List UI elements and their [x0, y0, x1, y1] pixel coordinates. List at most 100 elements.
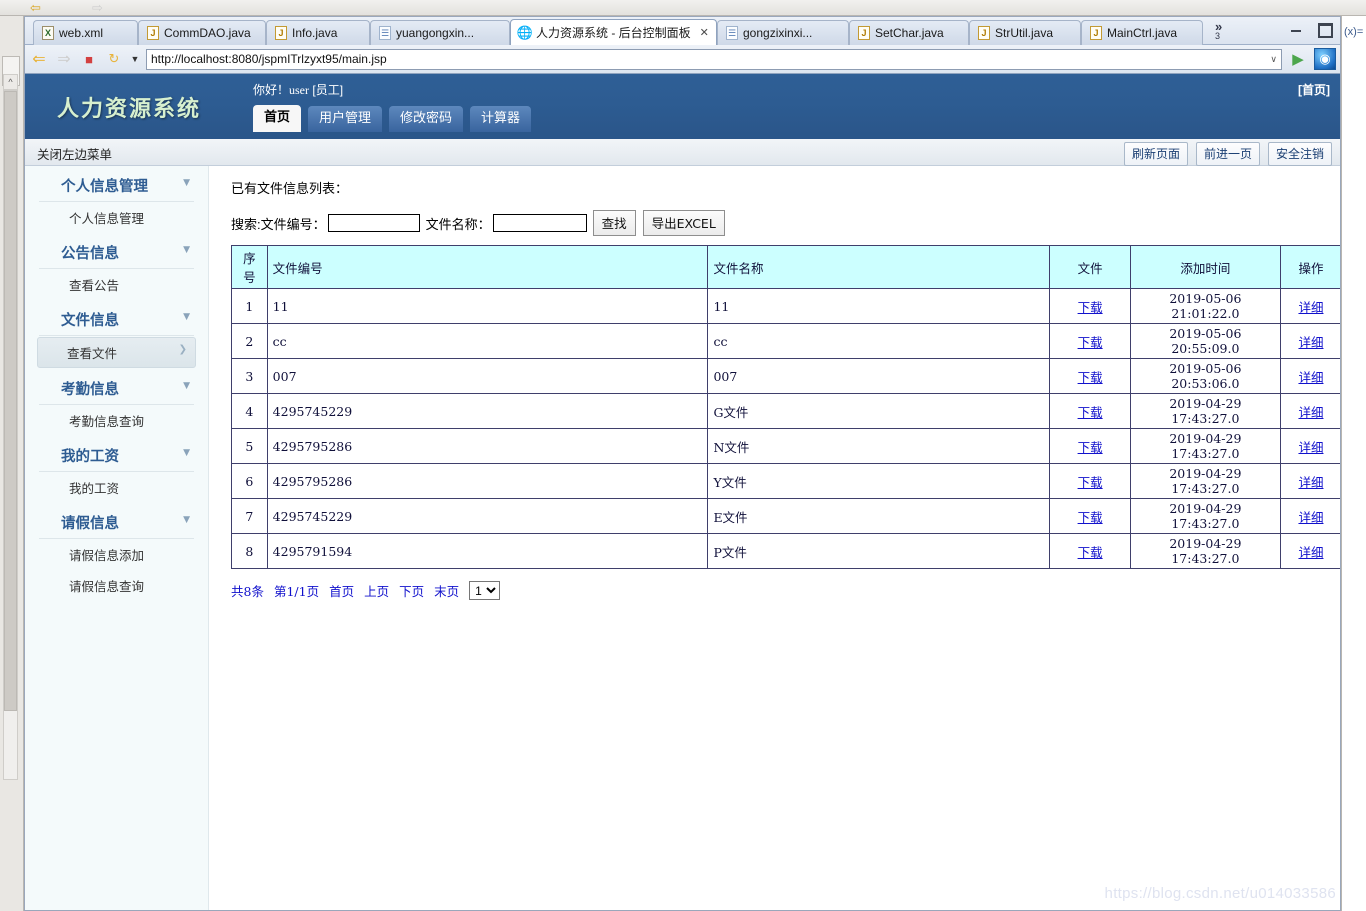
sidebar-item[interactable]: 我的工资: [39, 472, 194, 503]
url-text: http://localhost:8080/jspmITrlzyxt95/mai…: [151, 52, 387, 66]
table-cell: 下载: [1050, 289, 1130, 324]
browser-tab-label: yuangongxin...: [396, 26, 474, 40]
sidebar-item[interactable]: 请假信息查询: [39, 570, 194, 601]
table-row: 74295745229E文件下载2019-04-29 17:43:27.0详细: [232, 499, 1342, 534]
go-icon[interactable]: ▶: [1287, 50, 1309, 68]
detail-link[interactable]: 详细: [1298, 335, 1323, 350]
chevron-down-icon[interactable]: ▼: [183, 245, 190, 255]
detail-link[interactable]: 详细: [1298, 370, 1323, 385]
chevron-down-icon[interactable]: ▼: [183, 178, 190, 188]
sidebar-group-header[interactable]: 文件信息▼: [39, 300, 194, 336]
greeting: 你好！user [员工]: [253, 81, 343, 98]
download-link[interactable]: 下载: [1078, 335, 1103, 350]
pager-next-link[interactable]: 下页: [399, 581, 424, 600]
detail-link[interactable]: 详细: [1298, 510, 1323, 525]
table-column-header: 文件名称: [708, 246, 1050, 289]
sidebar-item[interactable]: 请假信息添加: [39, 539, 194, 570]
download-link[interactable]: 下载: [1078, 300, 1103, 315]
nav-tab-item[interactable]: 修改密码: [389, 106, 463, 132]
browser-tab[interactable]: JSetChar.java: [849, 20, 969, 45]
table-cell: 2019-05-06 20:55:09.0: [1130, 324, 1280, 359]
home-link[interactable]: [首页]: [1298, 81, 1330, 98]
toolbar-button[interactable]: 前进一页: [1196, 142, 1260, 166]
sidebar-item[interactable]: 个人信息管理: [39, 202, 194, 233]
browser-window: Xweb.xmlJCommDAO.javaJInfo.java☰yuangong…: [24, 16, 1341, 911]
forward-icon[interactable]: ⇒: [54, 49, 74, 69]
pager-last-link[interactable]: 末页: [434, 581, 459, 600]
toolbar-button[interactable]: 安全注销: [1268, 142, 1332, 166]
chevron-down-icon[interactable]: ▼: [129, 49, 141, 69]
search-button[interactable]: 查找: [593, 210, 636, 236]
nav-tab-active[interactable]: 首页: [253, 105, 301, 132]
detail-link[interactable]: 详细: [1298, 545, 1323, 560]
page-viewport: 人力资源系统 你好！user [员工] [首页] 首页用户管理修改密码计算器 关…: [25, 74, 1341, 910]
chevron-down-icon[interactable]: ▼: [183, 312, 190, 322]
sidebar-group-header[interactable]: 我的工资▼: [39, 436, 194, 472]
ide-variables-label: (x)=: [1344, 26, 1363, 38]
search-code-input[interactable]: [328, 214, 420, 232]
detail-link[interactable]: 详细: [1298, 300, 1323, 315]
maximize-icon[interactable]: [1317, 22, 1330, 35]
toolbar-button[interactable]: 刷新页面: [1124, 142, 1188, 166]
sidebar-item[interactable]: 查看文件❯: [37, 337, 196, 368]
chevron-down-icon[interactable]: ▼: [183, 381, 190, 391]
search-name-input[interactable]: [493, 214, 587, 232]
table-row: 11111下载2019-05-06 21:01:22.0详细: [232, 289, 1342, 324]
minimize-icon[interactable]: [1290, 22, 1303, 35]
download-link[interactable]: 下载: [1078, 440, 1103, 455]
url-bar[interactable]: http://localhost:8080/jspmITrlzyxt95/mai…: [146, 49, 1282, 70]
close-icon[interactable]: ✕: [700, 26, 709, 39]
sidebar-group-header[interactable]: 公告信息▼: [39, 233, 194, 269]
close-left-menu-link[interactable]: 关闭左边菜单: [37, 144, 112, 163]
table-row: 84295791594P文件下载2019-04-29 17:43:27.0详细: [232, 534, 1342, 569]
sidebar-group-header[interactable]: 个人信息管理▼: [39, 166, 194, 202]
download-link[interactable]: 下载: [1078, 370, 1103, 385]
download-link[interactable]: 下载: [1078, 510, 1103, 525]
sidebar-group-header[interactable]: 考勤信息▼: [39, 369, 194, 405]
download-link[interactable]: 下载: [1078, 405, 1103, 420]
detail-link[interactable]: 详细: [1298, 440, 1323, 455]
table-cell: 2019-04-29 17:43:27.0: [1130, 464, 1280, 499]
pagination: 共8条 第1/1页 首页 上页 下页 末页 1: [231, 581, 1341, 600]
page-vertical-scrollbar[interactable]: [3, 90, 18, 780]
detail-link[interactable]: 详细: [1298, 405, 1323, 420]
browser-tab[interactable]: 🌐人力资源系统 - 后台控制面板✕: [510, 19, 717, 45]
browser-tab[interactable]: JMainCtrl.java: [1081, 20, 1203, 45]
browser-tab[interactable]: ☰yuangongxin...: [370, 20, 510, 45]
pager-prev-link[interactable]: 上页: [364, 581, 389, 600]
table-cell: 5: [232, 429, 268, 464]
download-link[interactable]: 下载: [1078, 475, 1103, 490]
browser-tab[interactable]: ☰gongzixinxi...: [717, 20, 849, 45]
table-cell: 2019-04-29 17:43:27.0: [1130, 429, 1280, 464]
scrollbar-thumb[interactable]: [4, 91, 17, 711]
nav-tab-item[interactable]: 计算器: [470, 106, 531, 132]
table-column-header: 添加时间: [1130, 246, 1280, 289]
export-excel-button[interactable]: 导出EXCEL: [643, 210, 725, 236]
detail-link[interactable]: 详细: [1298, 475, 1323, 490]
sidebar-item[interactable]: 查看公告: [39, 269, 194, 300]
nav-tab-item[interactable]: 用户管理: [308, 106, 382, 132]
sidebar-group-header[interactable]: 请假信息▼: [39, 503, 194, 539]
tab-overflow-button[interactable]: » 3: [1215, 21, 1222, 42]
sidebar-group: 我的工资▼我的工资: [25, 436, 208, 503]
url-dropdown-icon[interactable]: ∨: [1270, 54, 1277, 65]
scrollbar-up-arrow[interactable]: ^: [3, 74, 18, 90]
chevron-down-icon[interactable]: ▼: [183, 448, 190, 458]
browser-tab[interactable]: JStrUtil.java: [969, 20, 1081, 45]
pager-first-link[interactable]: 首页: [329, 581, 354, 600]
browser-tab[interactable]: JCommDAO.java: [138, 20, 266, 45]
stop-icon[interactable]: ■: [79, 49, 99, 69]
sidebar-item[interactable]: 考勤信息查询: [39, 405, 194, 436]
page-select[interactable]: 1: [469, 581, 500, 600]
table-row: 44295745229G文件下载2019-04-29 17:43:27.0详细: [232, 394, 1342, 429]
chevron-down-icon[interactable]: ▼: [183, 515, 190, 525]
download-link[interactable]: 下载: [1078, 545, 1103, 560]
back-icon[interactable]: ⇐: [29, 49, 49, 69]
refresh-icon[interactable]: ↻: [104, 49, 124, 69]
browser-tab[interactable]: Xweb.xml: [33, 20, 138, 45]
xml-file-icon: X: [42, 26, 54, 40]
browser-badge-icon[interactable]: ◉: [1314, 48, 1336, 70]
browser-tab-label: 人力资源系统 - 后台控制面板: [536, 24, 691, 41]
browser-tab[interactable]: JInfo.java: [266, 20, 370, 45]
table-cell: 007: [708, 359, 1050, 394]
